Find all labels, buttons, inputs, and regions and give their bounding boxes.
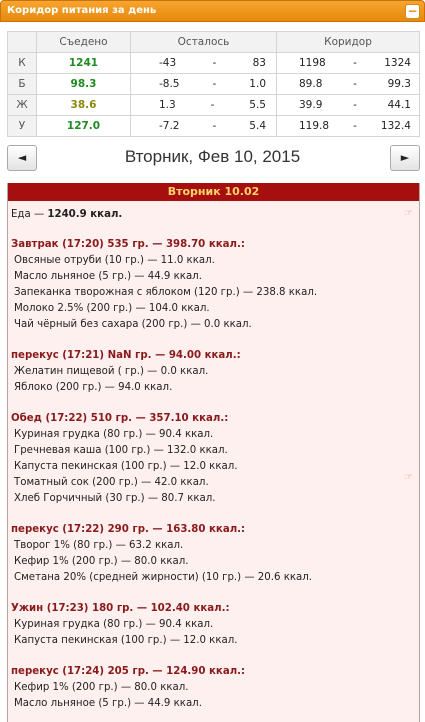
eaten-value: 1241 — [36, 52, 131, 74]
col-eaten: Съедено — [36, 31, 131, 53]
col-corridor: Коридор — [276, 31, 420, 53]
food-item: Желатин пищевой ( гр.) — 0.0 ккал. — [14, 366, 209, 377]
food-item: Капуста пекинская (100 гр.) — 12.0 ккал. — [14, 635, 238, 646]
total-label: Еда — [11, 209, 31, 220]
meal-block: перекус (17:22) 290 гр. — 163.80 ккал.: Т… — [11, 522, 416, 586]
food-item: Масло льняное (5 гр.) — 44.9 ккал. — [14, 698, 202, 709]
meal-heading[interactable]: Завтрак (17:20) 535 гр. — 398.70 ккал.: — [11, 237, 416, 253]
food-item: Хлеб Горчичный (30 гр.) — 80.7 ккал. — [14, 493, 216, 504]
food-item: Запеканка творожная с яблоком (120 гр.) … — [14, 287, 318, 298]
corridor-header-row: Съедено Осталось Коридор — [7, 31, 420, 53]
panel-title: Коридор питания за день — [7, 5, 157, 16]
food-item: Сметана 20% (средней жирности) (10 гр.) … — [14, 572, 313, 583]
corridor-max: 1324 — [384, 57, 411, 69]
day-total: Еда — 1240.9 ккал. — [11, 209, 123, 220]
meal-heading[interactable]: Ужин (17:23) 180 гр. — 102.40 ккал.: — [11, 601, 416, 617]
hand-pointer-icon[interactable]: ☞ — [404, 208, 413, 219]
remaining-max: 1.0 — [249, 78, 266, 90]
food-item: Капуста пекинская (100 гр.) — 12.0 ккал. — [14, 461, 238, 472]
corridor-min: 89.8 — [299, 78, 323, 90]
row-letter: Ж — [7, 94, 37, 116]
table-row: К 1241 -43 - 83 1198 - 1324 — [7, 52, 420, 74]
meal-heading[interactable]: Обед (17:22) 510 гр. — 357.10 ккал.: — [11, 411, 416, 427]
food-item: Масло льняное (5 гр.) — 44.9 ккал. — [14, 271, 202, 282]
meals-list: Завтрак (17:20) 535 гр. — 398.70 ккал.: О… — [11, 237, 416, 712]
day-panel: Вторник 10.02 ☞ ☞ Еда — 1240.9 ккал. Зав… — [7, 183, 420, 722]
food-item: Молоко 2.5% (200 гр.) — 104.0 ккал. — [14, 303, 210, 314]
remaining-max: 83 — [252, 57, 266, 69]
food-item: Куриная грудка (80 гр.) — 90.4 ккал. — [14, 619, 214, 630]
eaten-value: 98.3 — [36, 73, 131, 95]
corner-cell — [7, 31, 37, 53]
total-value: 1240.9 ккал. — [47, 209, 123, 220]
dash: - — [353, 120, 357, 132]
day-title: Вторник 10.02 — [8, 183, 419, 201]
corridor-max: 44.1 — [387, 99, 411, 111]
dash: - — [212, 57, 217, 69]
next-day-button[interactable]: ► — [390, 145, 420, 171]
dash: - — [353, 57, 357, 69]
remaining-min: -8.5 — [159, 78, 180, 90]
food-item: Творог 1% (80 гр.) — 63.2 ккал. — [14, 540, 184, 551]
corridor-table: Съедено Осталось Коридор К 1241 -43 - 83 1… — [7, 31, 420, 137]
food-item: Кефир 1% (200 гр.) — 80.0 ккал. — [14, 556, 189, 567]
corridor-min: 1198 — [299, 57, 326, 69]
food-item: Томатный сок (200 гр.) — 42.0 ккал. — [14, 477, 209, 488]
table-row: У 127.0 -7.2 - 5.4 119.8 - 132.4 — [7, 115, 420, 137]
food-item: Кефир 1% (200 гр.) — 80.0 ккал. — [14, 682, 189, 693]
hand-pointer-icon[interactable]: ☞ — [404, 472, 413, 483]
col-remaining: Осталось — [130, 31, 277, 53]
collapse-button[interactable]: − — [405, 4, 420, 19]
remaining-max: 5.4 — [249, 120, 266, 132]
meal-block: Ужин (17:23) 180 гр. — 102.40 ккал.: Кури… — [11, 601, 416, 649]
row-letter: К — [7, 52, 37, 74]
meal-block: перекус (17:21) NaN гр. — 94.00 ккал.: Же… — [11, 348, 416, 396]
remaining-max: 5.5 — [249, 99, 266, 111]
current-date: Вторник, Фев 10, 2015 — [124, 147, 301, 166]
eaten-value: 38.6 — [36, 94, 131, 116]
remaining-min: 1.3 — [159, 99, 176, 111]
row-letter: Б — [7, 73, 37, 95]
meal-block: перекус (17:24) 205 гр. — 124.90 ккал.: К… — [11, 664, 416, 712]
food-item: Куриная грудка (80 гр.) — 90.4 ккал. — [14, 429, 214, 440]
table-row: Ж 38.6 1.3 - 5.5 39.9 - 44.1 — [7, 94, 420, 116]
corridor-min: 119.8 — [299, 120, 330, 132]
prev-day-button[interactable]: ◄ — [7, 145, 37, 171]
table-row: Б 98.3 -8.5 - 1.0 89.8 - 99.3 — [7, 73, 420, 95]
panel-header: Коридор питания за день − — [0, 0, 425, 22]
day-body: Еда — 1240.9 ккал. Завтрак (17:20) 535 г… — [8, 201, 419, 722]
food-item: Чай чёрный без сахара (200 гр.) — 0.0 кк… — [14, 319, 252, 330]
corridor-max: 99.3 — [387, 78, 411, 90]
meal-heading[interactable]: перекус (17:21) NaN гр. — 94.00 ккал.: — [11, 348, 416, 364]
dash: - — [353, 99, 357, 111]
food-item: Яблоко (200 гр.) — 94.0 ккал. — [14, 382, 173, 393]
dash: - — [212, 78, 217, 90]
meal-heading[interactable]: перекус (17:22) 290 гр. — 163.80 ккал.: — [11, 522, 416, 538]
remaining-min: -43 — [159, 57, 177, 69]
meal-block: Завтрак (17:20) 535 гр. — 398.70 ккал.: О… — [11, 237, 416, 333]
meal-heading[interactable]: перекус (17:24) 205 гр. — 124.90 ккал.: — [11, 664, 416, 680]
corridor-min: 39.9 — [299, 99, 323, 111]
food-item: Овсяные отруби (10 гр.) — 11.0 ккал. — [14, 255, 215, 266]
row-letter: У — [7, 115, 37, 137]
dash: - — [212, 120, 217, 132]
food-item: Гречневая каша (100 гр.) — 132.0 ккал. — [14, 445, 228, 456]
dash: - — [210, 99, 215, 111]
corridor-max: 132.4 — [380, 120, 411, 132]
meal-block: Обед (17:22) 510 гр. — 357.10 ккал.: Кури… — [11, 411, 416, 507]
eaten-value: 127.0 — [36, 115, 131, 137]
remaining-min: -7.2 — [159, 120, 180, 132]
dash: - — [353, 78, 357, 90]
